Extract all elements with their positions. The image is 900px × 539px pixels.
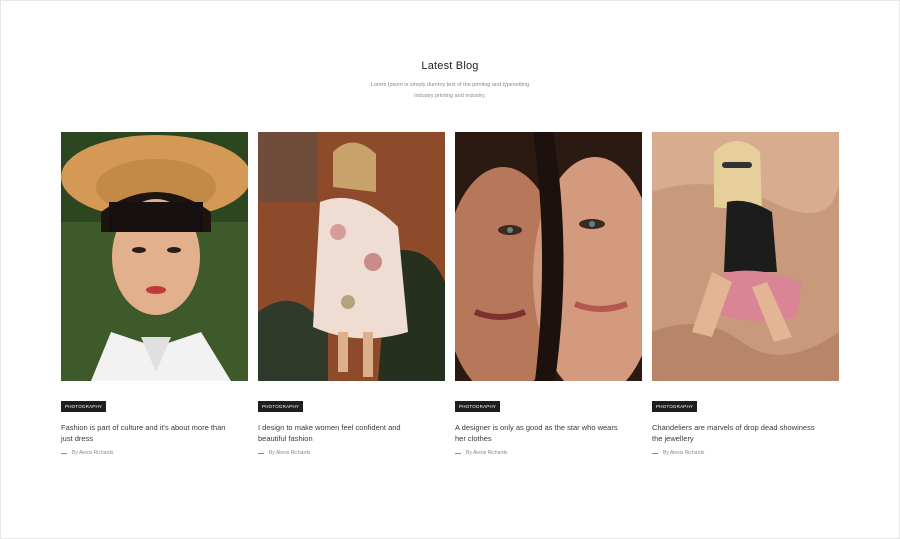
post-author: By Alexis Richards	[61, 450, 248, 456]
category-badge[interactable]: Photography	[455, 401, 501, 412]
category-badge[interactable]: Photography	[61, 401, 107, 412]
author-dash	[61, 452, 67, 454]
post-title[interactable]: Chandeliers are marvels of drop dead sho…	[652, 422, 822, 444]
section-subtitle: Lorem Ipsum is simply dummy text of the …	[370, 82, 530, 99]
post-title[interactable]: A designer is only as good as the star w…	[455, 422, 625, 444]
category-badge[interactable]: Photography	[652, 401, 698, 412]
blog-card-image[interactable]	[455, 132, 642, 381]
author-name: By Alexis Richards	[72, 450, 114, 456]
author-name: By Alexis Richards	[269, 450, 311, 456]
section-header: Latest Blog Lorem Ipsum is simply dummy …	[0, 60, 900, 102]
author-dash	[652, 452, 658, 454]
blog-card-image[interactable]	[652, 132, 839, 381]
author-name: By Alexis Richards	[466, 450, 508, 456]
post-title[interactable]: I design to make women feel confident an…	[258, 422, 428, 444]
blog-card-image[interactable]	[61, 132, 248, 381]
section-title: Latest Blog	[421, 60, 479, 72]
post-author: By Alexis Richards	[652, 450, 839, 456]
blog-card-image[interactable]	[258, 132, 445, 381]
category-badge[interactable]: Photography	[258, 401, 304, 412]
blog-card[interactable]: Photography I design to make women feel …	[258, 132, 445, 456]
blog-card[interactable]: Photography Chandeliers are marvels of d…	[652, 132, 839, 456]
blog-card[interactable]: Photography A designer is only as good a…	[455, 132, 642, 456]
post-title[interactable]: Fashion is part of culture and it's abou…	[61, 422, 231, 444]
author-dash	[455, 452, 461, 454]
post-author: By Alexis Richards	[258, 450, 445, 456]
author-dash	[258, 452, 264, 454]
post-author: By Alexis Richards	[455, 450, 642, 456]
author-name: By Alexis Richards	[663, 450, 705, 456]
blog-card[interactable]: Photography Fashion is part of culture a…	[61, 132, 248, 456]
